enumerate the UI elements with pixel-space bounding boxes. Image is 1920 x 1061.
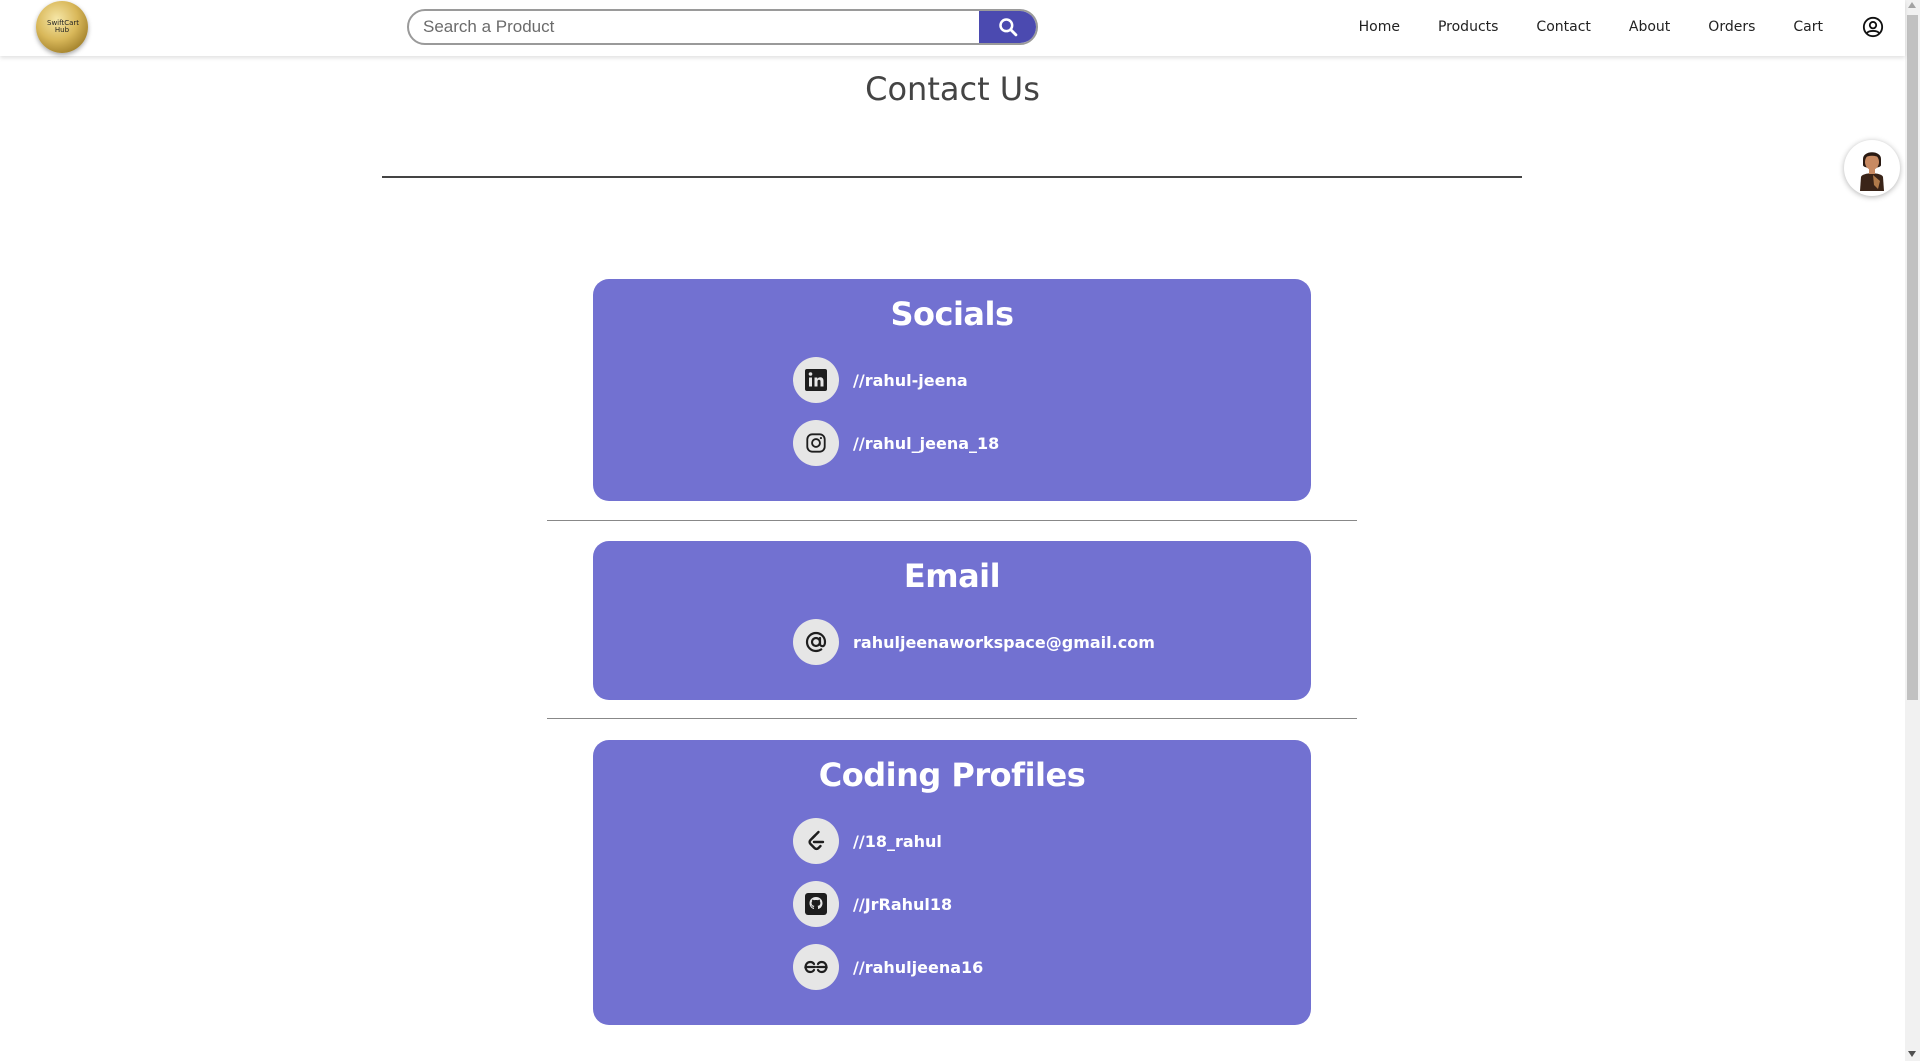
coding-link-geeksforgeeks[interactable]: //rahuljeena16 [793, 944, 983, 990]
nav-about[interactable]: About [1629, 19, 1670, 35]
email-link-text: rahuljeenaworkspace@gmail.com [853, 632, 1155, 652]
coding-link-text: //JrRahul18 [853, 894, 953, 914]
search-button[interactable] [979, 11, 1036, 43]
email-card: Email rahuljeenaworkspace@gmail.com [593, 541, 1311, 700]
nav-products[interactable]: Products [1438, 19, 1498, 35]
social-link-instagram[interactable]: //rahul_jeena_18 [793, 420, 999, 466]
coding-link-leetcode[interactable]: //18_rahul [793, 818, 942, 864]
social-link-linkedin[interactable]: //rahul-jeena [793, 357, 968, 403]
coding-link-github[interactable]: //JrRahul18 [793, 881, 952, 927]
logo[interactable]: SwiftCart Hub [36, 1, 88, 53]
social-link-text: //rahul-jeena [853, 370, 968, 390]
logo-text: SwiftCart Hub [47, 19, 79, 34]
page-title: Contact Us [865, 70, 1040, 108]
scroll-down-arrow-icon[interactable] [1908, 1051, 1916, 1057]
coding-profiles-card: Coding Profiles //18_rahul //JrRahul18 /… [593, 740, 1311, 1025]
search-input[interactable] [409, 11, 979, 43]
page-scrollbar[interactable] [1905, 0, 1920, 1061]
instagram-icon [793, 420, 839, 466]
search-icon [998, 18, 1017, 37]
email-link[interactable]: rahuljeenaworkspace@gmail.com [793, 619, 1155, 665]
nav-contact[interactable]: Contact [1536, 19, 1590, 35]
linkedin-icon [793, 357, 839, 403]
section-divider [547, 520, 1357, 521]
scroll-up-arrow-icon[interactable] [1908, 2, 1916, 8]
leetcode-icon [793, 818, 839, 864]
socials-card: Socials //rahul-jeena //rahul_jeena_18 [593, 279, 1311, 501]
nav-orders[interactable]: Orders [1708, 19, 1755, 35]
coding-link-text: //rahuljeena16 [853, 957, 984, 977]
github-icon [793, 881, 839, 927]
title-divider [382, 176, 1522, 178]
email-title: Email [903, 557, 1001, 595]
user-account-icon[interactable] [1861, 15, 1885, 39]
navbar: SwiftCart Hub Home Products Contact Abou… [0, 0, 1905, 56]
nav-links: Home Products Contact About Orders Cart [1359, 0, 1885, 54]
socials-title: Socials [890, 295, 1014, 333]
coding-link-text: //18_rahul [853, 831, 942, 851]
geeksforgeeks-icon [793, 944, 839, 990]
scroll-thumb[interactable] [1907, 15, 1918, 700]
coding-profiles-title: Coding Profiles [818, 756, 1086, 794]
nav-cart[interactable]: Cart [1793, 19, 1823, 35]
social-link-text: //rahul_jeena_18 [853, 433, 1000, 453]
search-bar [407, 9, 1038, 45]
chat-avatar-button[interactable] [1844, 140, 1900, 196]
section-divider [547, 718, 1357, 719]
avatar-icon [1860, 152, 1884, 191]
at-sign-icon [793, 619, 839, 665]
nav-home[interactable]: Home [1359, 19, 1400, 35]
